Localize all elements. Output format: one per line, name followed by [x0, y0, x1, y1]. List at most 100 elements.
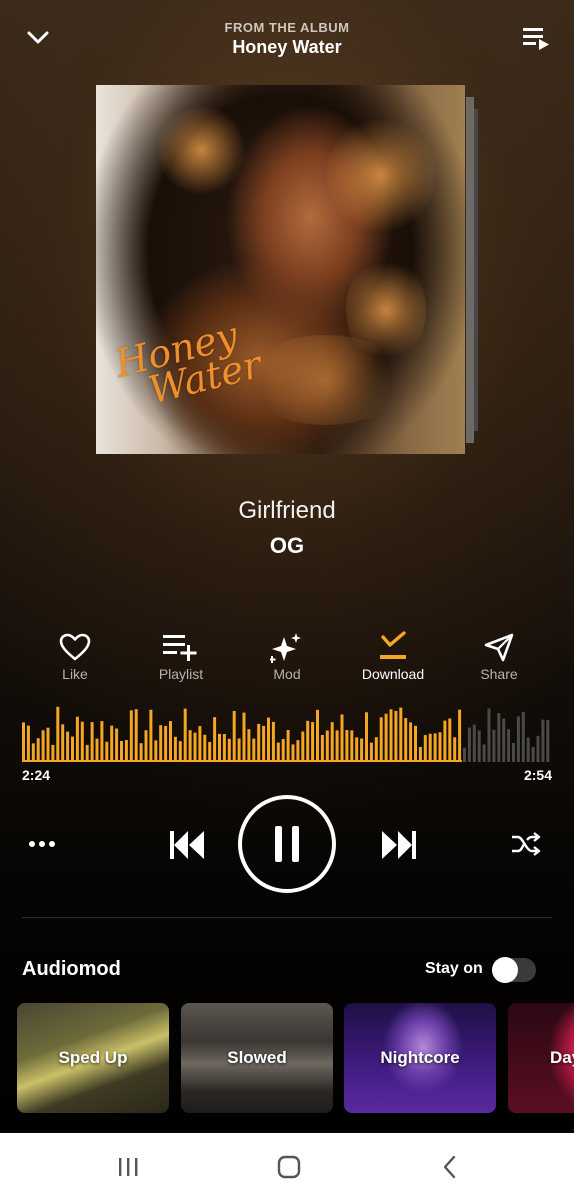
waveform-bar: [502, 718, 506, 762]
waveform-bar: [453, 737, 457, 762]
artist-name[interactable]: OG: [0, 533, 574, 559]
album-stack-edge: [466, 97, 474, 443]
pause-button[interactable]: [238, 795, 336, 893]
waveform-bar: [169, 721, 172, 762]
waveform-bar: [208, 741, 212, 762]
download-icon: [380, 631, 406, 659]
waveform-bar: [438, 732, 442, 762]
waveform-bar: [124, 740, 128, 762]
waveform-bar: [389, 709, 393, 762]
waveform-bar: [139, 743, 143, 762]
total-duration: 2:54: [523, 767, 552, 783]
album-stack-edge: [474, 109, 478, 431]
audiomod-cards: Sped Up Slowed Nightcore Day: [0, 1003, 574, 1115]
waveform-bar: [213, 717, 217, 762]
shuffle-button[interactable]: [506, 827, 546, 861]
waveform-bar: [526, 737, 530, 762]
heart-icon: [59, 633, 91, 661]
waveform-bar: [164, 726, 168, 762]
stay-on-toggle[interactable]: [492, 957, 536, 983]
waveform-bar: [477, 730, 481, 762]
like-button[interactable]: Like: [30, 630, 120, 682]
previous-button[interactable]: [164, 825, 210, 865]
waveform-bar: [497, 713, 501, 762]
home-button[interactable]: [269, 1151, 309, 1183]
waveform-bar: [428, 733, 432, 762]
waveform-bar: [173, 736, 177, 762]
waveform-bar: [90, 722, 94, 762]
waveform-bar: [95, 738, 99, 762]
waveform-bar: [531, 747, 535, 762]
track-actions: Like Playlist Mod Download Share: [0, 630, 574, 690]
waveform-bar: [183, 708, 187, 762]
waveform-bar: [536, 735, 540, 762]
waveform-bar: [414, 725, 417, 762]
recents-icon: [119, 1158, 138, 1176]
section-divider: [22, 917, 552, 918]
share-label: Share: [480, 666, 518, 682]
playlist-button[interactable]: Playlist: [136, 630, 226, 682]
waveform-bar: [85, 744, 89, 762]
waveform-bar: [41, 730, 45, 762]
waveform-bar: [311, 722, 315, 762]
card-label: Nightcore: [380, 1048, 460, 1067]
waveform-bar: [31, 743, 35, 762]
waveform-bar: [56, 706, 60, 762]
album-art-container: Honey Water: [96, 85, 481, 455]
album-cover[interactable]: Honey Water: [96, 85, 465, 454]
next-button[interactable]: [376, 825, 422, 865]
from-album-label: FROM THE ALBUM: [224, 20, 350, 35]
waveform-bar: [394, 710, 398, 762]
skip-next-icon: [382, 831, 416, 859]
album-title[interactable]: Honey Water: [0, 37, 574, 58]
waveform-bar: [306, 720, 310, 762]
audiomod-card-slowed[interactable]: Slowed: [181, 1003, 333, 1113]
waveform-bar: [546, 720, 550, 762]
back-button[interactable]: [430, 1151, 470, 1183]
waveform-bar: [512, 743, 515, 762]
sparkle-icon: [270, 633, 301, 663]
waveform-bar: [22, 722, 25, 762]
waveform-bar: [404, 718, 408, 762]
audiomod-card-day[interactable]: Day: [508, 1003, 574, 1113]
download-button[interactable]: Download: [348, 630, 438, 682]
waveform-bar: [433, 733, 437, 762]
waveform-bar: [355, 737, 359, 762]
audiomod-card-nightcore[interactable]: Nightcore: [344, 1003, 496, 1113]
waveform-bar: [80, 721, 84, 762]
card-label: Day: [550, 1048, 574, 1067]
waveform-bar: [188, 730, 192, 762]
mod-button[interactable]: Mod: [242, 630, 332, 682]
home-icon: [277, 1155, 301, 1179]
elapsed-time: 2:24: [22, 767, 51, 783]
skip-previous-icon: [170, 831, 204, 859]
waveform-bar: [36, 738, 40, 762]
waveform-seekbar[interactable]: [22, 700, 552, 762]
waveform-bar: [232, 711, 236, 762]
waveform-bar: [320, 735, 324, 762]
queue-button[interactable]: [516, 18, 556, 58]
share-button[interactable]: Share: [454, 630, 544, 682]
stay-on-label: Stay on: [425, 960, 483, 977]
waveform-bar: [467, 727, 471, 762]
more-options-button[interactable]: [22, 829, 62, 859]
waveform-bar: [384, 713, 388, 762]
waveform-bar: [75, 716, 79, 762]
waveform-bar: [409, 722, 413, 762]
waveform-bar: [472, 724, 476, 762]
waveform-bar: [66, 731, 70, 762]
system-nav-bar: [0, 1133, 574, 1200]
waveform-bar: [105, 741, 109, 762]
download-label: Download: [361, 666, 425, 682]
waveform-bar: [463, 747, 466, 762]
now-playing-header: FROM THE ALBUM Honey Water: [0, 0, 574, 80]
waveform-bar: [222, 734, 226, 762]
waveform-bar: [46, 727, 50, 762]
audiomod-card-sped-up[interactable]: Sped Up: [17, 1003, 169, 1113]
album-cover-lettering: Honey Water: [110, 313, 266, 413]
waveform-bar: [159, 725, 163, 762]
send-icon: [484, 633, 514, 662]
waveform-bar: [71, 736, 74, 762]
recents-button[interactable]: [108, 1151, 148, 1183]
waveform-bar: [237, 738, 241, 762]
